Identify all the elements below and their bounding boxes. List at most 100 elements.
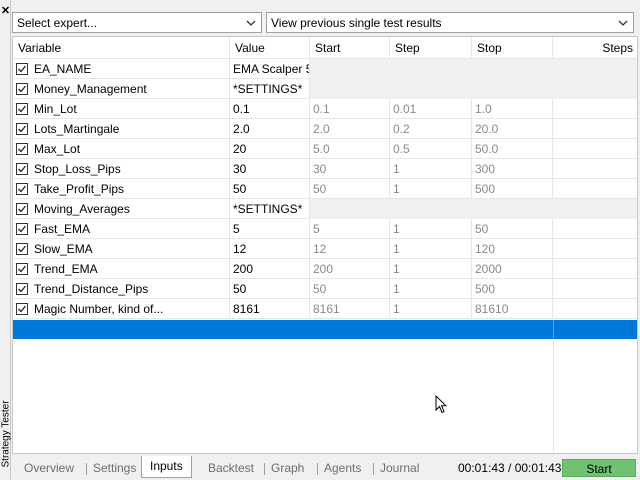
table-row[interactable]: Trend_EMA 200 200 1 2000 bbox=[13, 259, 637, 279]
checkbox-checked-icon[interactable] bbox=[16, 263, 28, 275]
value-cell[interactable]: 2.0 bbox=[230, 119, 310, 139]
variable-cell: Min_Lot bbox=[13, 99, 230, 119]
table-row[interactable]: Money_Management *SETTINGS* bbox=[13, 79, 637, 99]
start-cell[interactable]: 30 bbox=[310, 159, 390, 179]
start-cell[interactable]: 50 bbox=[310, 179, 390, 199]
table-row[interactable]: Lots_Martingale 2.0 2.0 0.2 20.0 bbox=[13, 119, 637, 139]
stop-cell[interactable]: 120 bbox=[472, 239, 553, 259]
column-header-start[interactable]: Start bbox=[310, 37, 390, 59]
start-cell[interactable]: 0.1 bbox=[310, 99, 390, 119]
checkbox-checked-icon[interactable] bbox=[16, 203, 28, 215]
expert-select[interactable]: Select expert... bbox=[12, 12, 262, 33]
tab-inputs[interactable]: Inputs bbox=[141, 456, 192, 478]
step-cell[interactable]: 0.2 bbox=[390, 119, 472, 139]
column-header-variable[interactable]: Variable bbox=[13, 37, 230, 59]
step-cell[interactable]: 1 bbox=[390, 239, 472, 259]
variable-cell: Stop_Loss_Pips bbox=[13, 159, 230, 179]
value-cell[interactable]: 8161 bbox=[230, 299, 310, 319]
steps-cell bbox=[553, 139, 637, 159]
table-row[interactable]: Trend_Distance_Pips 50 50 1 500 bbox=[13, 279, 637, 299]
checkbox-checked-icon[interactable] bbox=[16, 243, 28, 255]
stop-cell[interactable]: 300 bbox=[472, 159, 553, 179]
value-cell[interactable]: 200 bbox=[230, 259, 310, 279]
step-cell[interactable] bbox=[390, 199, 472, 219]
tab-settings[interactable]: Settings bbox=[93, 459, 136, 477]
stop-cell[interactable]: 500 bbox=[472, 279, 553, 299]
value-cell[interactable]: 50 bbox=[230, 179, 310, 199]
checkbox-checked-icon[interactable] bbox=[16, 83, 28, 95]
results-select[interactable]: View previous single test results bbox=[266, 12, 634, 33]
checkbox-checked-icon[interactable] bbox=[16, 123, 28, 135]
step-cell[interactable]: 0.01 bbox=[390, 99, 472, 119]
table-row[interactable]: Fast_EMA 5 5 1 50 bbox=[13, 219, 637, 239]
table-row[interactable]: Magic Number, kind of... 8161 8161 1 81610 bbox=[13, 299, 637, 319]
start-cell[interactable]: 5 bbox=[310, 219, 390, 239]
start-cell[interactable] bbox=[310, 79, 390, 99]
step-cell[interactable]: 1 bbox=[390, 219, 472, 239]
step-cell[interactable]: 1 bbox=[390, 179, 472, 199]
start-cell[interactable]: 8161 bbox=[310, 299, 390, 319]
selected-empty-row[interactable] bbox=[13, 320, 637, 339]
start-cell[interactable] bbox=[310, 199, 390, 219]
stop-cell[interactable]: 2000 bbox=[472, 259, 553, 279]
checkbox-checked-icon[interactable] bbox=[16, 63, 28, 75]
stop-cell[interactable]: 1.0 bbox=[472, 99, 553, 119]
table-row[interactable]: Take_Profit_Pips 50 50 1 500 bbox=[13, 179, 637, 199]
table-row[interactable]: Slow_EMA 12 12 1 120 bbox=[13, 239, 637, 259]
tab-agents[interactable]: Agents bbox=[324, 459, 361, 477]
value-cell[interactable]: *SETTINGS* bbox=[230, 199, 310, 219]
checkbox-checked-icon[interactable] bbox=[16, 303, 28, 315]
checkbox-checked-icon[interactable] bbox=[16, 103, 28, 115]
close-icon[interactable]: ✕ bbox=[0, 6, 11, 17]
step-cell[interactable]: 1 bbox=[390, 299, 472, 319]
stop-cell[interactable]: 20.0 bbox=[472, 119, 553, 139]
checkbox-checked-icon[interactable] bbox=[16, 183, 28, 195]
stop-cell[interactable] bbox=[472, 199, 553, 219]
value-cell[interactable]: 50 bbox=[230, 279, 310, 299]
start-button[interactable]: Start bbox=[562, 459, 636, 477]
tab-overview[interactable]: Overview bbox=[24, 459, 74, 477]
table-row[interactable]: Stop_Loss_Pips 30 30 1 300 bbox=[13, 159, 637, 179]
table-row[interactable]: Min_Lot 0.1 0.1 0.01 1.0 bbox=[13, 99, 637, 119]
column-header-step[interactable]: Step bbox=[390, 37, 472, 59]
value-cell[interactable]: EMA Scalper 5 bbox=[230, 59, 310, 79]
column-header-stop[interactable]: Stop bbox=[472, 37, 553, 59]
checkbox-checked-icon[interactable] bbox=[16, 283, 28, 295]
value-cell[interactable]: 0.1 bbox=[230, 99, 310, 119]
step-cell[interactable]: 1 bbox=[390, 259, 472, 279]
table-row[interactable]: EA_NAME EMA Scalper 5 bbox=[13, 59, 637, 79]
column-header-value[interactable]: Value bbox=[230, 37, 310, 59]
tab-journal[interactable]: Journal bbox=[380, 459, 419, 477]
start-cell[interactable]: 12 bbox=[310, 239, 390, 259]
inputs-table: Variable Value Start Step Stop Steps EA_… bbox=[12, 36, 638, 454]
value-cell[interactable]: 30 bbox=[230, 159, 310, 179]
stop-cell[interactable]: 500 bbox=[472, 179, 553, 199]
start-cell[interactable]: 2.0 bbox=[310, 119, 390, 139]
start-cell[interactable]: 5.0 bbox=[310, 139, 390, 159]
value-cell[interactable]: 12 bbox=[230, 239, 310, 259]
table-row[interactable]: Moving_Averages *SETTINGS* bbox=[13, 199, 637, 219]
stop-cell[interactable]: 81610 bbox=[472, 299, 553, 319]
start-cell[interactable]: 50 bbox=[310, 279, 390, 299]
stop-cell[interactable] bbox=[472, 79, 553, 99]
step-cell[interactable] bbox=[390, 79, 472, 99]
start-cell[interactable] bbox=[310, 59, 390, 79]
step-cell[interactable]: 1 bbox=[390, 279, 472, 299]
checkbox-checked-icon[interactable] bbox=[16, 143, 28, 155]
value-cell[interactable]: *SETTINGS* bbox=[230, 79, 310, 99]
step-cell[interactable]: 1 bbox=[390, 159, 472, 179]
checkbox-checked-icon[interactable] bbox=[16, 223, 28, 235]
value-cell[interactable]: 20 bbox=[230, 139, 310, 159]
stop-cell[interactable]: 50 bbox=[472, 219, 553, 239]
tab-graph[interactable]: Graph bbox=[271, 459, 304, 477]
tab-backtest[interactable]: Backtest bbox=[208, 459, 254, 477]
table-row[interactable]: Max_Lot 20 5.0 0.5 50.0 bbox=[13, 139, 637, 159]
checkbox-checked-icon[interactable] bbox=[16, 163, 28, 175]
value-cell[interactable]: 5 bbox=[230, 219, 310, 239]
step-cell[interactable]: 0.5 bbox=[390, 139, 472, 159]
stop-cell[interactable]: 50.0 bbox=[472, 139, 553, 159]
start-cell[interactable]: 200 bbox=[310, 259, 390, 279]
step-cell[interactable] bbox=[390, 59, 472, 79]
stop-cell[interactable] bbox=[472, 59, 553, 79]
column-header-steps[interactable]: Steps bbox=[553, 37, 637, 59]
